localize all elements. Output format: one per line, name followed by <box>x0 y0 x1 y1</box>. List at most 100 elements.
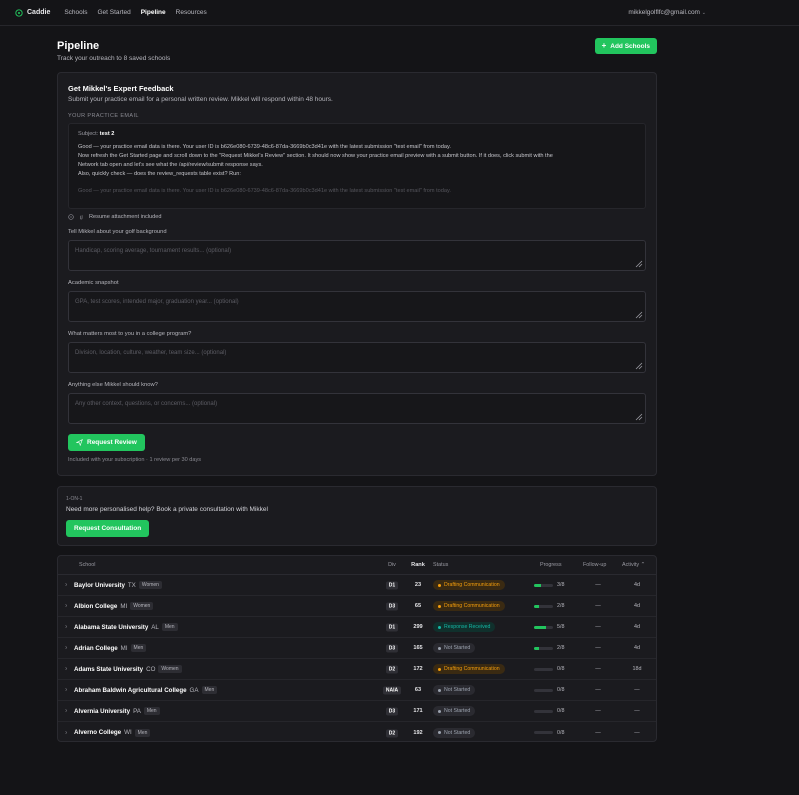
table-row[interactable]: › Abraham Baldwin Agricultural College GA M… <box>58 680 656 701</box>
progress-cell: 0/8 <box>534 730 565 736</box>
school-name[interactable]: Alverno College <box>74 729 121 736</box>
nav-link-resources[interactable]: Resources <box>176 9 207 16</box>
school-name[interactable]: Abraham Baldwin Agricultural College <box>74 687 187 694</box>
status-dot-icon <box>438 583 441 587</box>
table-row[interactable]: › Alvernia University PA Men D3 171 Not Starte… <box>58 701 656 722</box>
progress-bar <box>534 731 553 734</box>
chevron-right-icon[interactable]: › <box>65 624 67 631</box>
status-badge[interactable]: Not Started <box>433 706 476 716</box>
school-cell: Albion College MI Women <box>74 602 154 610</box>
col-rank[interactable]: Rank <box>406 562 430 568</box>
request-consultation-button[interactable]: Request Consultation <box>66 520 150 537</box>
add-schools-button[interactable]: + Add Schools <box>594 38 657 54</box>
chevron-right-icon[interactable]: › <box>65 708 67 715</box>
status-badge[interactable]: Not Started <box>433 685 476 695</box>
table-row[interactable]: › Alabama State University AL Men D1 299 Respo… <box>58 617 656 638</box>
resize-grip-icon[interactable] <box>634 310 643 319</box>
status-badge[interactable]: Not Started <box>433 727 476 738</box>
program-priorities-input[interactable]: Division, location, culture, weather, te… <box>68 342 646 373</box>
status-badge[interactable]: Response Received <box>433 622 496 632</box>
gender-tag: Men <box>143 707 160 715</box>
chevron-down-icon: ⌄ <box>701 10 706 16</box>
progress-text: 0/8 <box>557 729 565 736</box>
nav-link-get-started[interactable]: Get Started <box>97 9 130 16</box>
progress-text: 3/8 <box>557 582 565 588</box>
col-status[interactable]: Status <box>433 562 448 568</box>
gender-tag: Men <box>161 623 178 631</box>
school-name[interactable]: Adams State University <box>74 666 143 673</box>
consultation-card: 1-ON-1 Need more personalised help? Book… <box>57 486 657 546</box>
request-review-button[interactable]: Request Review <box>68 434 145 451</box>
table-row[interactable]: › Albion College MI Women D3 65 Drafting Commu… <box>58 596 656 617</box>
school-state: MI <box>120 644 128 652</box>
status-dot-icon <box>438 709 441 713</box>
school-name[interactable]: Alabama State University <box>74 624 148 631</box>
resize-grip-icon[interactable] <box>634 361 643 370</box>
chevron-right-icon[interactable]: › <box>65 687 67 694</box>
school-name[interactable]: Adrian College <box>74 645 118 652</box>
chevron-right-icon[interactable]: › <box>65 666 67 673</box>
status-dot-icon <box>438 667 441 671</box>
email-body-line: Good — your practice email data is there… <box>78 144 451 150</box>
rank-cell: 65 <box>414 603 422 609</box>
nav-link-pipeline[interactable]: Pipeline <box>141 9 166 16</box>
brand[interactable]: Caddie <box>15 8 50 17</box>
col-followup[interactable]: Follow-up <box>583 562 606 568</box>
progress-bar <box>534 583 553 587</box>
user-menu[interactable]: mikkelgolflfc@gmail.com ⌄ <box>628 9 706 16</box>
nav-link-schools[interactable]: Schools <box>64 9 87 16</box>
email-subject: Subject: test 2 <box>78 131 115 137</box>
table-row[interactable]: › Baylor University TX Women D1 23 Drafting Co… <box>58 575 656 596</box>
resize-grip-icon[interactable] <box>634 259 643 268</box>
progress-text: 2/8 <box>557 645 565 651</box>
division-cell: D3 <box>380 602 404 611</box>
activity-cell: 18d <box>632 666 642 672</box>
school-name[interactable]: Albion College <box>74 603 117 610</box>
resize-grip-icon[interactable] <box>634 412 643 421</box>
division-cell: D1 <box>380 581 404 590</box>
division-badge: NAIA <box>382 686 402 695</box>
status-cell: Drafting Communication <box>433 664 505 674</box>
status-dot-icon <box>438 646 441 650</box>
school-state: WI <box>124 729 132 736</box>
email-body-line: Now refresh the Get Started page and scr… <box>78 153 553 159</box>
col-activity[interactable]: Activity ⌃ <box>622 562 645 568</box>
progress-bar <box>534 667 553 671</box>
status-badge[interactable]: Drafting Communication <box>433 664 505 674</box>
col-div[interactable]: Div <box>380 562 404 568</box>
rank-cell: 171 <box>413 708 423 714</box>
status-cell: Not Started <box>433 706 476 716</box>
anything-else-input[interactable]: Any other context, questions, or concern… <box>68 393 646 424</box>
progress-text: 5/8 <box>557 624 565 630</box>
academic-snapshot-input[interactable]: GPA, test scores, intended major, gradua… <box>68 291 646 322</box>
table-row[interactable]: › Adams State University CO Women D2 172 Draft… <box>58 659 656 680</box>
email-body-faded: Good — your practice email data is there… <box>78 188 451 194</box>
chevron-right-icon[interactable]: › <box>65 603 67 610</box>
request-review-label: Request Review <box>87 439 137 446</box>
division-badge: D3 <box>385 707 399 716</box>
status-badge[interactable]: Drafting Communication <box>433 580 505 590</box>
table-row[interactable]: › Adrian College MI Men D3 165 Not Started 2/8 —… <box>58 638 656 659</box>
division-badge: D2 <box>385 665 399 674</box>
school-name[interactable]: Alvernia University <box>74 708 130 715</box>
page-title: Pipeline <box>57 40 100 52</box>
golf-background-input[interactable]: Handicap, scoring average, tournament re… <box>68 240 646 271</box>
division-badge: D1 <box>385 581 399 590</box>
status-badge[interactable]: Not Started <box>433 643 476 653</box>
col-progress[interactable]: Progress <box>540 562 562 568</box>
col-school[interactable]: School <box>79 562 95 568</box>
progress-text: 0/8 <box>557 666 565 672</box>
progress-bar <box>534 625 553 629</box>
page-header: Pipeline Track your outreach to 8 saved … <box>57 38 657 70</box>
status-badge[interactable]: Drafting Communication <box>433 601 505 611</box>
school-name[interactable]: Baylor University <box>74 582 125 589</box>
chevron-right-icon[interactable]: › <box>65 582 67 589</box>
division-cell: D1 <box>380 623 404 632</box>
chevron-right-icon[interactable]: › <box>65 645 67 652</box>
table-row[interactable]: › Alverno College WI Men D2 192 Not Started 0/8… <box>58 722 656 743</box>
school-state: CO <box>146 665 156 673</box>
rank-cell: 192 <box>413 729 423 736</box>
activity-cell: — <box>634 708 640 714</box>
chevron-right-icon[interactable]: › <box>65 729 67 736</box>
school-state: MI <box>120 602 128 610</box>
